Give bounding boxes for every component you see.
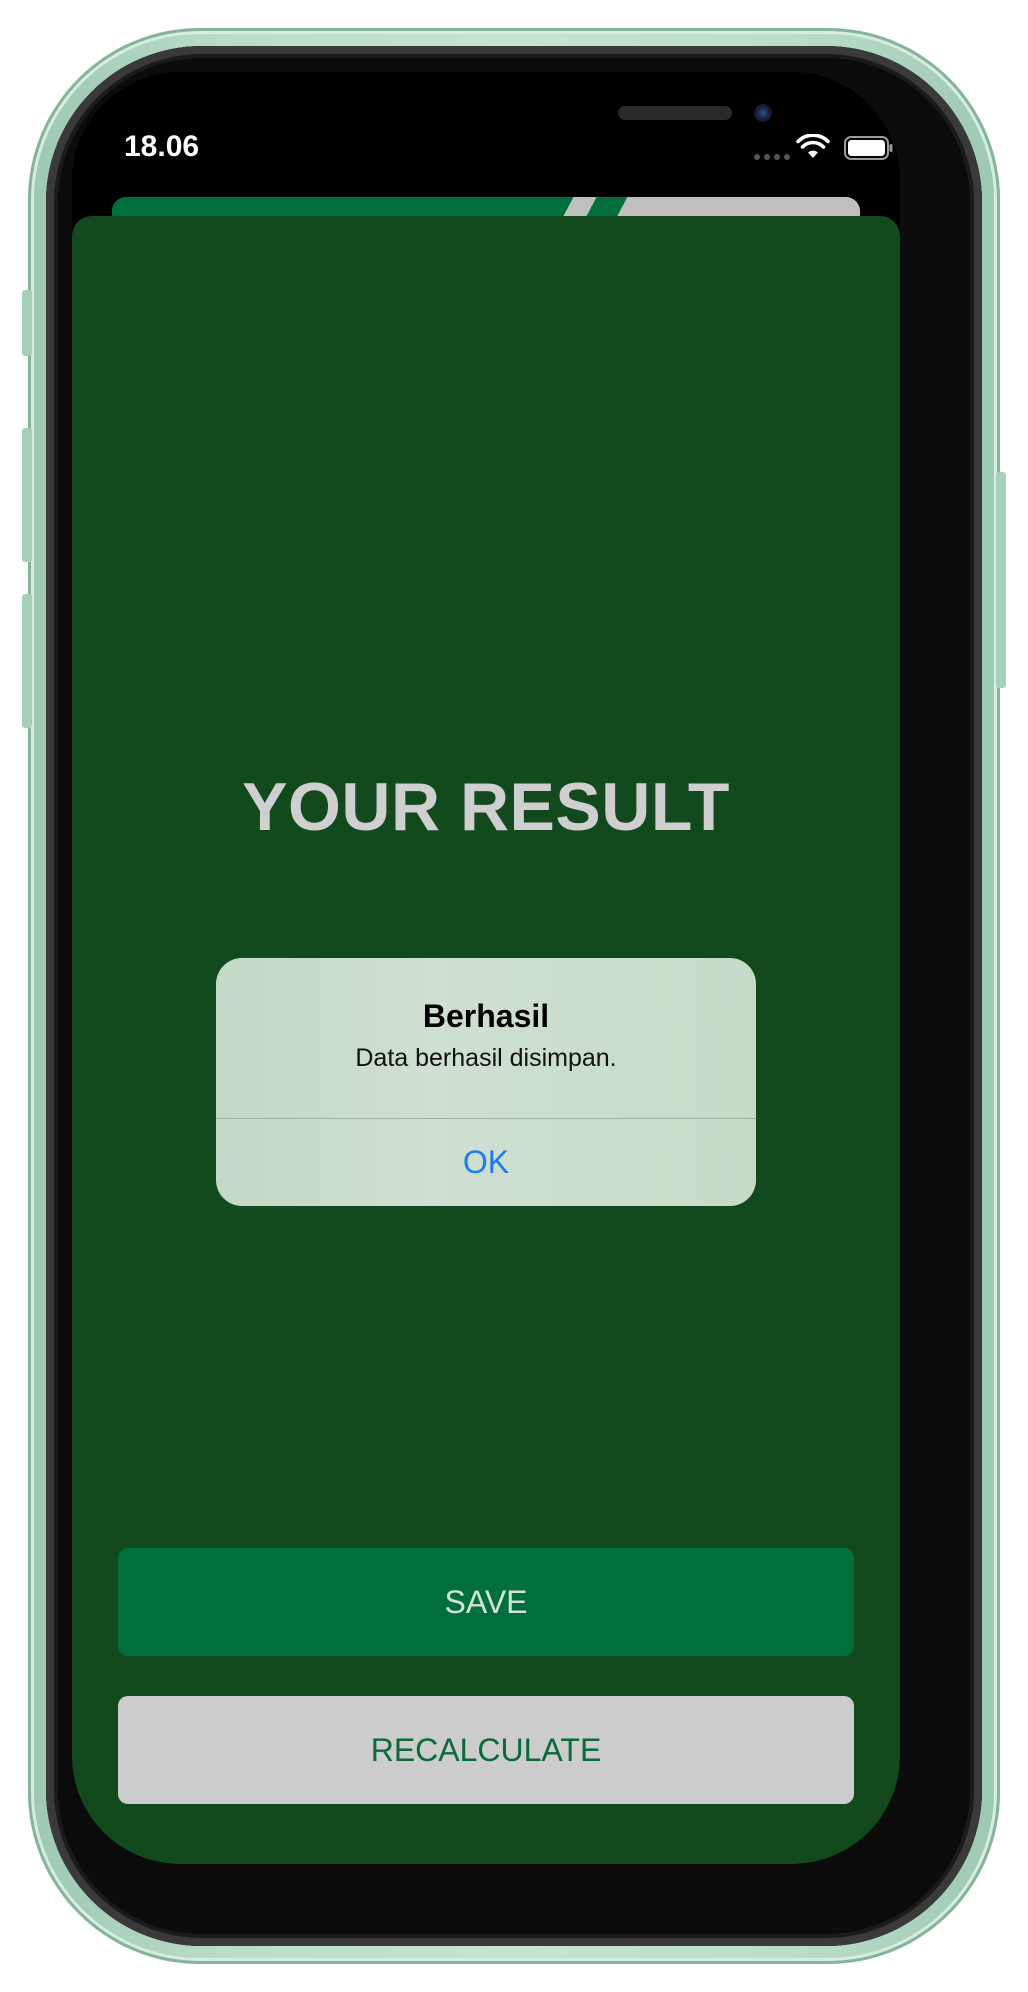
recalculate-button[interactable]: RECALCULATE: [118, 1696, 854, 1804]
phone-screen: YOUR RESULT Berhasil Data berhasil disim…: [72, 72, 900, 1864]
notch: [262, 72, 772, 140]
alert-dialog: Berhasil Data berhasil disimpan. OK: [216, 958, 756, 1206]
power-button: [996, 472, 1006, 688]
volume-up-button: [22, 428, 32, 562]
front-camera: [754, 104, 772, 122]
volume-down-button: [22, 594, 32, 728]
mute-switch: [22, 290, 32, 356]
save-button[interactable]: SAVE: [118, 1548, 854, 1656]
alert-ok-button[interactable]: OK: [216, 1119, 756, 1206]
wifi-icon: [796, 134, 830, 158]
status-time: 18.06: [124, 130, 200, 163]
speaker-grille: [618, 106, 732, 120]
signal-dots-icon: [754, 154, 790, 160]
page-title: YOUR RESULT: [242, 769, 730, 845]
alert-title: Berhasil: [422, 998, 550, 1034]
alert-message: Data berhasil disimpan.: [355, 1044, 617, 1072]
result-sheet: YOUR RESULT Berhasil Data berhasil disim…: [72, 216, 900, 1864]
battery-icon: [844, 136, 893, 160]
